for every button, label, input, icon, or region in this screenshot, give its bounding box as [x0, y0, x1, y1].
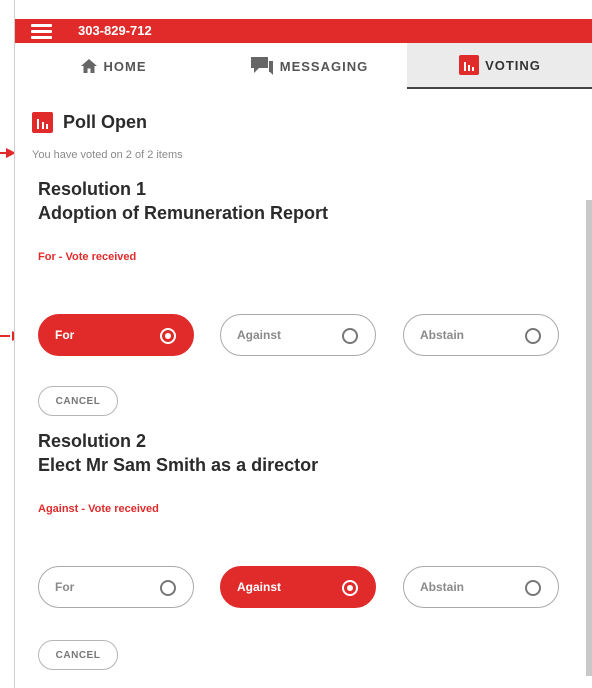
- option-label: Abstain: [420, 580, 465, 594]
- tab-messaging-label: MESSAGING: [279, 58, 369, 74]
- cancel-vote-button[interactable]: CANCEL: [38, 640, 118, 670]
- vote-option-abstain[interactable]: Abstain: [403, 314, 559, 356]
- poll-title: Poll Open: [63, 112, 148, 132]
- cancel-vote-button[interactable]: CANCEL: [38, 386, 118, 416]
- option-label: Against: [237, 328, 282, 342]
- tab-home[interactable]: HOME: [15, 43, 211, 89]
- app-frame: 303-829-712 HOME MESSAGING VOTING Poll O…: [14, 0, 592, 688]
- option-label: Against: [237, 580, 282, 594]
- radio-selected-icon: [160, 328, 176, 344]
- vote-option-for[interactable]: For: [38, 314, 194, 356]
- tab-bar: HOME MESSAGING VOTING: [15, 43, 592, 89]
- vote-option-against[interactable]: Against: [220, 314, 376, 356]
- option-label: Abstain: [420, 328, 465, 342]
- chat-icon: [250, 56, 274, 76]
- resolution-heading: Resolution 1 Adoption of Remuneration Re…: [38, 177, 328, 225]
- tab-messaging[interactable]: MESSAGING: [211, 43, 407, 89]
- poll-header: Poll Open: [32, 112, 147, 133]
- meeting-id: 303-829-712: [78, 23, 152, 38]
- annotation-dash: [0, 335, 10, 337]
- tab-voting[interactable]: VOTING: [407, 43, 592, 89]
- radio-icon: [160, 580, 176, 596]
- hamburger-icon[interactable]: [31, 24, 52, 39]
- option-label: For: [55, 580, 75, 594]
- vote-status: For - Vote received: [38, 251, 137, 263]
- option-label: For: [55, 328, 75, 342]
- top-bar: 303-829-712: [15, 19, 592, 43]
- bar-chart-icon: [459, 55, 480, 75]
- home-icon: [80, 58, 98, 74]
- radio-icon: [525, 328, 541, 344]
- vote-option-abstain[interactable]: Abstain: [403, 566, 559, 608]
- radio-icon: [342, 328, 358, 344]
- resolution-title: Elect Mr Sam Smith as a director: [38, 455, 319, 475]
- vote-option-against[interactable]: Against: [220, 566, 376, 608]
- resolution-number: Resolution 2: [38, 431, 147, 451]
- resolution-title: Adoption of Remuneration Report: [38, 203, 328, 223]
- radio-selected-icon: [342, 580, 358, 596]
- tab-home-label: HOME: [103, 58, 147, 74]
- bar-chart-icon: [32, 112, 53, 133]
- resolution-number: Resolution 1: [38, 179, 147, 199]
- radio-icon: [525, 580, 541, 596]
- vote-option-for[interactable]: For: [38, 566, 194, 608]
- tab-voting-label: VOTING: [485, 57, 541, 73]
- vote-progress-text: You have voted on 2 of 2 items: [32, 149, 183, 161]
- scrollbar[interactable]: [586, 200, 592, 676]
- resolution-heading: Resolution 2 Elect Mr Sam Smith as a dir…: [38, 429, 318, 477]
- vote-status: Against - Vote received: [38, 503, 159, 515]
